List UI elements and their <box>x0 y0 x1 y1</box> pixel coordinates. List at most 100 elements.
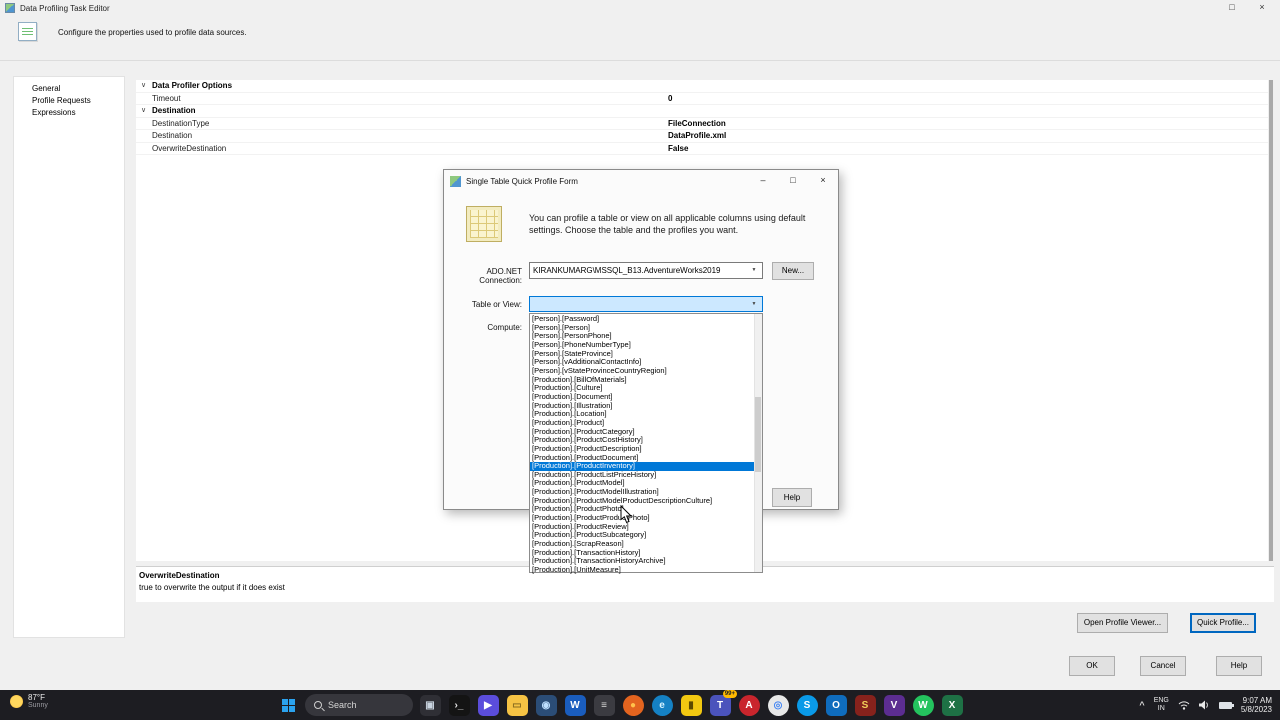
chrome-icon[interactable]: ◎ <box>766 693 790 717</box>
terminal-icon[interactable]: ›_ <box>447 693 471 717</box>
close-button[interactable]: × <box>1247 0 1277 16</box>
outlook-icon[interactable]: O <box>824 693 848 717</box>
volume-icon[interactable] <box>1198 700 1210 710</box>
open-profile-viewer-button[interactable]: Open Profile Viewer... <box>1077 613 1168 633</box>
dropdown-item[interactable]: [Person].[StateProvince] <box>530 350 762 359</box>
new-connection-button[interactable]: New... <box>772 262 814 280</box>
media-player-icon[interactable]: ▶ <box>476 693 500 717</box>
property-row[interactable]: DestinationType FileConnection <box>136 118 1274 130</box>
dropdown-item[interactable]: [Person].[Password] <box>530 315 762 324</box>
group-header-row[interactable]: ∨ Destination <box>136 105 1274 118</box>
cancel-button[interactable]: Cancel <box>1140 656 1186 676</box>
dropdown-item[interactable]: [Production].[ProductProductPhoto] <box>530 514 762 523</box>
dropdown-item[interactable]: [Production].[UnitMeasure] <box>530 566 762 575</box>
sidebar-item-expressions[interactable]: Expressions <box>14 107 124 119</box>
weather-widget[interactable]: 87°F Sunny <box>10 693 48 709</box>
edge-icon[interactable]: e <box>650 693 674 717</box>
dropdown-item[interactable]: [Production].[Product] <box>530 419 762 428</box>
wifi-icon[interactable] <box>1178 700 1190 710</box>
sidebar-item-profile-requests[interactable]: Profile Requests <box>14 95 124 107</box>
file-explorer-icon[interactable]: ▭ <box>505 693 529 717</box>
dropdown-item[interactable]: [Production].[ProductListPriceHistory] <box>530 471 762 480</box>
teams-icon[interactable]: T 99+ <box>708 690 737 717</box>
dialog-close-button[interactable]: × <box>808 170 838 192</box>
skype-icon[interactable]: S <box>795 693 819 717</box>
language-indicator[interactable]: ENG IN <box>1154 697 1169 713</box>
property-row[interactable]: Timeout 0 <box>136 93 1274 105</box>
firefox-icon[interactable]: ● <box>621 693 645 717</box>
maximize-button[interactable]: □ <box>1217 0 1247 16</box>
dropdown-item[interactable]: [Production].[TransactionHistory] <box>530 549 762 558</box>
chevron-down-icon[interactable]: ▼ <box>747 298 761 310</box>
notepad-icon[interactable]: ≡ <box>592 693 616 717</box>
dropdown-scrollbar[interactable] <box>754 314 762 572</box>
excel-icon[interactable]: X <box>940 693 964 717</box>
dropdown-item[interactable]: [Production].[ProductInventory] <box>530 462 762 471</box>
ok-button[interactable]: OK <box>1069 656 1115 676</box>
notification-badge: 99+ <box>722 690 737 698</box>
dialog-help-button[interactable]: Help <box>772 488 812 507</box>
battery-icon[interactable] <box>1218 701 1234 709</box>
data-profiling-icon <box>18 22 37 41</box>
file-explorer-icon: ▭ <box>506 694 528 716</box>
dropdown-item[interactable]: [Person].[Person] <box>530 324 762 333</box>
ssms-icon[interactable]: S <box>853 693 877 717</box>
dropdown-item[interactable]: [Production].[ProductPhoto] <box>530 505 762 514</box>
scrollbar-thumb[interactable] <box>755 397 761 472</box>
edge-icon: e <box>651 694 673 716</box>
whatsapp-icon[interactable]: W <box>911 693 935 717</box>
dialog-minimize-button[interactable]: – <box>748 170 778 192</box>
word-icon[interactable]: W <box>563 693 587 717</box>
clock[interactable]: 9:07 AM 5/8/2023 <box>1241 696 1272 715</box>
collapse-chevron-icon[interactable]: ∨ <box>141 105 146 117</box>
sun-icon <box>10 694 23 708</box>
power-bi-icon[interactable]: ▮ <box>679 693 703 717</box>
dropdown-item[interactable]: [Production].[ProductModel] <box>530 479 762 488</box>
ssms-icon: S <box>854 694 876 716</box>
start-button[interactable] <box>276 693 300 717</box>
help-button[interactable]: Help <box>1216 656 1262 676</box>
photos-icon[interactable]: ◉ <box>534 693 558 717</box>
dropdown-item[interactable]: [Production].[ProductDescription] <box>530 445 762 454</box>
dropdown-item[interactable]: [Production].[Culture] <box>530 384 762 393</box>
profile-table-icon <box>466 206 502 242</box>
dropdown-item[interactable]: [Production].[Location] <box>530 410 762 419</box>
time: 9:07 AM <box>1242 695 1272 705</box>
collapse-chevron-icon[interactable]: ∨ <box>141 80 146 92</box>
dropdown-item[interactable]: [Production].[BillOfMaterials] <box>530 376 762 385</box>
dropdown-item[interactable]: [Person].[vStateProvinceCountryRegion] <box>530 367 762 376</box>
dropdown-item[interactable]: [Production].[ProductModelProductDescrip… <box>530 497 762 506</box>
dropdown-item[interactable]: [Person].[PhoneNumberType] <box>530 341 762 350</box>
adobe-reader-icon[interactable]: A <box>737 693 761 717</box>
property-name: Destination <box>152 131 193 140</box>
table-or-view-combobox[interactable]: ▼ <box>529 296 763 312</box>
dropdown-item[interactable]: [Production].[ProductSubcategory] <box>530 531 762 540</box>
dropdown-item[interactable]: [Production].[TransactionHistoryArchive] <box>530 557 762 566</box>
dropdown-item[interactable]: [Production].[ProductReview] <box>530 523 762 532</box>
dropdown-item[interactable]: [Person].[vAdditionalContactInfo] <box>530 358 762 367</box>
dropdown-item[interactable]: [Production].[Document] <box>530 393 762 402</box>
grid-scrollbar[interactable] <box>1268 80 1274 561</box>
dropdown-item[interactable]: [Production].[ProductModelIllustration] <box>530 488 762 497</box>
task-view-icon[interactable]: ▣ <box>418 693 442 717</box>
property-row[interactable]: Destination DataProfile.xml <box>136 130 1274 143</box>
hidden-icons-chevron[interactable]: ^ <box>1139 700 1144 710</box>
taskbar-search[interactable]: Search <box>305 694 413 716</box>
scrollbar-thumb[interactable] <box>1269 80 1273 561</box>
windows-logo-icon <box>281 698 295 712</box>
dropdown-item[interactable]: [Production].[ProductCategory] <box>530 428 762 437</box>
sidebar-item-general[interactable]: General <box>14 83 124 95</box>
dropdown-item[interactable]: [Production].[ProductCostHistory] <box>530 436 762 445</box>
chevron-down-icon[interactable]: ▼ <box>747 264 761 277</box>
dropdown-item[interactable]: [Production].[ScrapReason] <box>530 540 762 549</box>
dropdown-item[interactable]: [Person].[PersonPhone] <box>530 332 762 341</box>
adonet-connection-combobox[interactable]: KIRANKUMARG\MSSQL_B13.AdventureWorks2019… <box>529 262 763 279</box>
dialog-maximize-button[interactable]: □ <box>778 170 808 192</box>
group-header-row[interactable]: ∨ Data Profiler Options <box>136 80 1274 93</box>
dropdown-item[interactable]: [Production].[ProductDocument] <box>530 454 762 463</box>
visual-studio-icon[interactable]: V <box>882 693 906 717</box>
quick-profile-button[interactable]: Quick Profile... <box>1190 613 1256 633</box>
dropdown-item[interactable]: [Production].[Illustration] <box>530 402 762 411</box>
property-row[interactable]: OverwriteDestination False <box>136 143 1274 155</box>
adobe-reader-icon: A <box>738 694 760 716</box>
